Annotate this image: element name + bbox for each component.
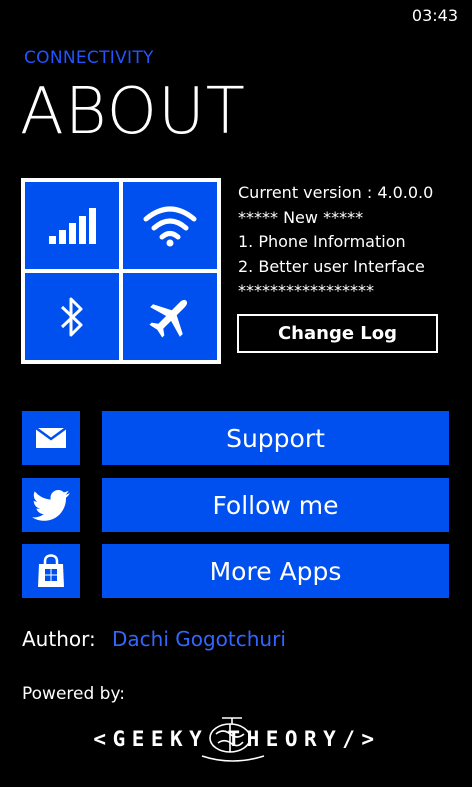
store-bag-icon [38, 554, 64, 587]
airplane-icon [149, 299, 188, 338]
stars-line: ***************** [238, 281, 374, 300]
screen: 03:43 CONNECTIVITY ABOUT Current version… [0, 0, 472, 787]
more-apps-button[interactable]: More Apps [102, 544, 449, 598]
app-label: CONNECTIVITY [24, 48, 154, 68]
logo-text: <GEEKY THEORY/> [93, 727, 380, 751]
wifi-tile[interactable] [123, 182, 217, 269]
version-line: Current version : 4.0.0.0 [238, 183, 434, 202]
page-title: ABOUT [20, 75, 246, 149]
twitter-bird-icon [32, 490, 70, 521]
bluetooth-tile[interactable] [25, 273, 119, 360]
support-icon-button[interactable] [22, 411, 80, 465]
follow-icon-button[interactable] [22, 478, 80, 532]
mail-icon [35, 427, 67, 448]
new-header: ***** New ***** [238, 207, 364, 227]
geeky-theory-logo[interactable]: <GEEKY THEORY/> [52, 716, 422, 764]
wifi-icon [143, 206, 197, 246]
feature-item-1: 1. Phone Information [238, 232, 406, 251]
more-apps-icon-button[interactable] [22, 544, 80, 598]
connectivity-tile-grid [21, 178, 221, 364]
powered-by-label: Powered by: [22, 684, 126, 704]
support-row: Support [22, 411, 449, 465]
more-apps-row: More Apps [22, 544, 449, 598]
author-name-link[interactable]: Dachi Gogotchuri [112, 627, 286, 651]
follow-row: Follow me [22, 478, 449, 532]
status-time: 03:43 [411, 6, 458, 25]
bluetooth-icon [60, 297, 83, 336]
signal-tile[interactable] [25, 182, 119, 269]
geeky-theory-logo-graphic: <GEEKY THEORY/> [93, 717, 380, 762]
signal-bars-icon [49, 207, 96, 244]
follow-me-button[interactable]: Follow me [102, 478, 449, 532]
change-log-button[interactable]: Change Log [237, 314, 438, 353]
author-label: Author: [22, 627, 96, 651]
version-info: Current version : 4.0.0.0 ***** New ****… [238, 181, 463, 304]
feature-item-2: 2. Better user Interface [238, 256, 425, 276]
airplane-tile[interactable] [123, 273, 217, 360]
support-button[interactable]: Support [102, 411, 449, 465]
